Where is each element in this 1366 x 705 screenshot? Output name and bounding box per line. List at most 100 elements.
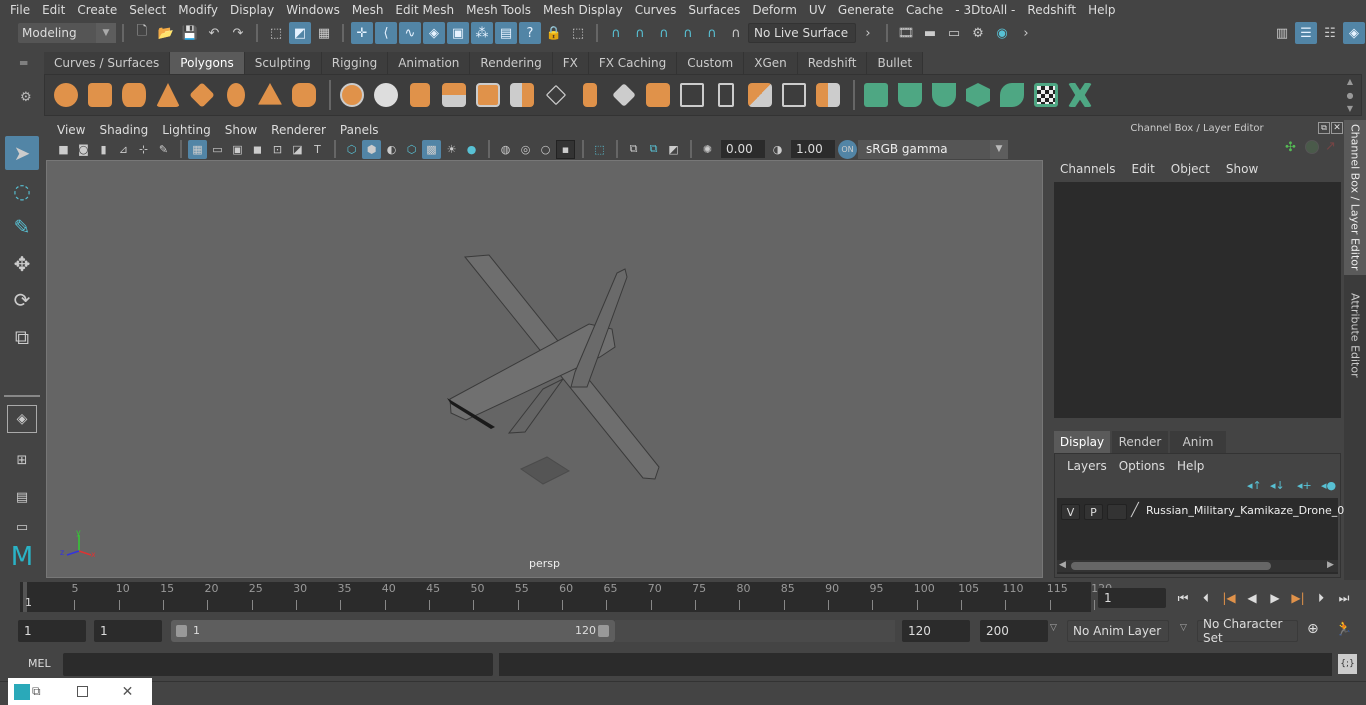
new-scene-icon[interactable]: 🗋	[131, 22, 153, 44]
menu-cache[interactable]: Cache	[900, 3, 949, 17]
extrude-icon[interactable]	[575, 80, 605, 110]
menu-edit[interactable]: Edit	[36, 3, 71, 17]
mode-selector[interactable]: Modeling ▼	[18, 23, 116, 43]
wireframe-icon[interactable]: ⬡	[342, 140, 361, 159]
textured-icon[interactable]: ▩	[422, 139, 441, 159]
save-scene-icon[interactable]: 💾	[179, 22, 201, 44]
select-tool-icon[interactable]: ➤	[5, 136, 39, 170]
go-to-start-icon[interactable]: ⏮	[1174, 589, 1192, 607]
move-layer-down-icon[interactable]: ◂↓	[1270, 479, 1285, 492]
shelf-tab-xgen[interactable]: XGen	[744, 52, 798, 74]
channel-box-toggle-icon[interactable]: ◈	[1343, 22, 1365, 44]
poly-cylinder-icon[interactable]	[119, 80, 149, 110]
depth-of-field-icon[interactable]: ▪	[556, 139, 575, 159]
shelf-scroll[interactable]: ▲ ● ▼	[1343, 77, 1357, 113]
mel-label[interactable]: MEL	[28, 657, 51, 670]
panel-menu-lighting[interactable]: Lighting	[155, 123, 218, 137]
ambient-occlusion-icon[interactable]: ◍	[496, 140, 515, 159]
anti-aliasing-icon[interactable]: ○	[536, 140, 555, 159]
tab-render[interactable]: Render	[1112, 431, 1168, 453]
field-chart-icon[interactable]: ⊡	[268, 140, 287, 159]
spherical-uv-icon[interactable]	[929, 80, 959, 110]
make-live-icon[interactable]: ▣	[447, 22, 469, 44]
isolate-select-icon[interactable]: ⬚	[590, 140, 609, 159]
grid-icon[interactable]: ▦	[188, 139, 207, 159]
scene-end-field[interactable]: 200	[980, 620, 1048, 642]
menu-help[interactable]: Help	[1082, 3, 1121, 17]
grease-pencil-icon[interactable]: ✎	[154, 140, 173, 159]
layer-list-scrollbar[interactable]: ◀ ▶	[1057, 560, 1338, 572]
le-menu-layers[interactable]: Layers	[1061, 459, 1113, 473]
scrollbar-thumb[interactable]	[1071, 562, 1271, 570]
restore-icon[interactable]: ⧉	[32, 684, 41, 699]
render-view-icon[interactable]: ▤	[495, 22, 517, 44]
shelf-tab-animation[interactable]: Animation	[388, 52, 471, 74]
magnet-point-icon[interactable]: ∩	[653, 22, 675, 44]
safe-action-icon[interactable]: ◪	[288, 140, 307, 159]
lasso-tool-icon[interactable]: ◌	[5, 174, 39, 208]
poly-pyramid-icon[interactable]	[255, 80, 285, 110]
ipr-render-icon[interactable]: ▭	[943, 22, 965, 44]
menu-file[interactable]: File	[4, 3, 36, 17]
animation-preferences-icon[interactable]: 🏃	[1335, 621, 1352, 637]
character-set-dropdown-arrow-icon[interactable]: ▽	[1180, 623, 1187, 633]
tab-anim[interactable]: Anim	[1170, 431, 1226, 453]
combine-icon[interactable]	[337, 80, 367, 110]
arrow-up-icon[interactable]: ▲	[1347, 77, 1353, 86]
offset-edge-loop-icon[interactable]	[711, 80, 741, 110]
layer-display-type-toggle[interactable]	[1107, 504, 1127, 520]
menu-create[interactable]: Create	[71, 3, 123, 17]
select-by-object-icon[interactable]: ◩	[289, 22, 311, 44]
modeling-toolkit-icon[interactable]: ▥	[1271, 22, 1293, 44]
snap-together-icon[interactable]: ⁂	[471, 22, 493, 44]
scroll-left-icon[interactable]: ◀	[1059, 560, 1066, 570]
wireframe-on-shaded-icon[interactable]: ⬡	[402, 140, 421, 159]
live-surface-field[interactable]: No Live Surface	[748, 23, 856, 43]
menu-curves[interactable]: Curves	[629, 3, 683, 17]
menu-3dtoall[interactable]: - 3DtoAll -	[949, 3, 1021, 17]
snap-to-point-icon[interactable]: ∿	[399, 22, 421, 44]
menu-mesh-tools[interactable]: Mesh Tools	[460, 3, 537, 17]
magnet-grid-icon[interactable]: ∩	[605, 22, 627, 44]
shelf-tab-curves-surfaces[interactable]: Curves / Surfaces	[44, 52, 171, 74]
shelf-tab-fx[interactable]: FX	[552, 52, 589, 74]
play-backwards-icon[interactable]: ◀	[1243, 589, 1261, 607]
mirror-icon[interactable]	[405, 80, 435, 110]
uv-editor-icon[interactable]	[1031, 80, 1061, 110]
channel-box-area[interactable]	[1054, 182, 1341, 418]
cb-menu-show[interactable]: Show	[1218, 162, 1266, 176]
shelf-tab-polygons[interactable]: Polygons	[170, 52, 245, 74]
remesh-icon[interactable]	[507, 80, 537, 110]
contour-stretch-uv-icon[interactable]	[997, 80, 1027, 110]
smooth-icon[interactable]	[439, 80, 469, 110]
shelf-tab-redshift[interactable]: Redshift	[797, 52, 868, 74]
shadows-icon[interactable]: ●	[462, 140, 481, 159]
menu-mesh[interactable]: Mesh	[346, 3, 390, 17]
le-menu-options[interactable]: Options	[1113, 459, 1171, 473]
gamma-icon[interactable]: ◑	[768, 140, 787, 159]
layer-playback-toggle[interactable]: P	[1084, 504, 1103, 520]
resolution-gate-icon[interactable]: ▣	[228, 140, 247, 159]
2d-pan-zoom-icon[interactable]: ⊹	[134, 140, 153, 159]
shelf-tab-rendering[interactable]: Rendering	[470, 52, 553, 74]
image-plane-icon[interactable]: ⊿	[114, 140, 133, 159]
collapse-arrow-icon[interactable]: ›	[1015, 22, 1037, 44]
new-layer-selected-icon[interactable]: ◂●	[1321, 479, 1336, 492]
use-all-lights-icon[interactable]: ☀	[442, 140, 461, 159]
script-editor-icon[interactable]: {;}	[1338, 654, 1357, 674]
menu-edit-mesh[interactable]: Edit Mesh	[389, 3, 460, 17]
magnet-surface-icon[interactable]: ∩	[701, 22, 723, 44]
magnet-icon[interactable]: ∩	[725, 22, 747, 44]
merge-icon[interactable]	[779, 80, 809, 110]
playback-start-field[interactable]: 1	[94, 620, 162, 642]
range-slider[interactable]: 1 120	[171, 620, 615, 642]
collapse-arrow-icon[interactable]: ›	[857, 22, 879, 44]
cb-menu-object[interactable]: Object	[1163, 162, 1218, 176]
use-default-material-icon[interactable]: ◐	[382, 140, 401, 159]
xray-joints-icon[interactable]: ⧉	[644, 140, 663, 159]
open-scene-icon[interactable]: 📂	[155, 22, 177, 44]
append-polygon-icon[interactable]	[745, 80, 775, 110]
four-view-layout-icon[interactable]: ⊞	[5, 443, 39, 477]
hypershade-icon[interactable]: ◉	[991, 22, 1013, 44]
select-tool-icon[interactable]: ⬚	[567, 22, 589, 44]
